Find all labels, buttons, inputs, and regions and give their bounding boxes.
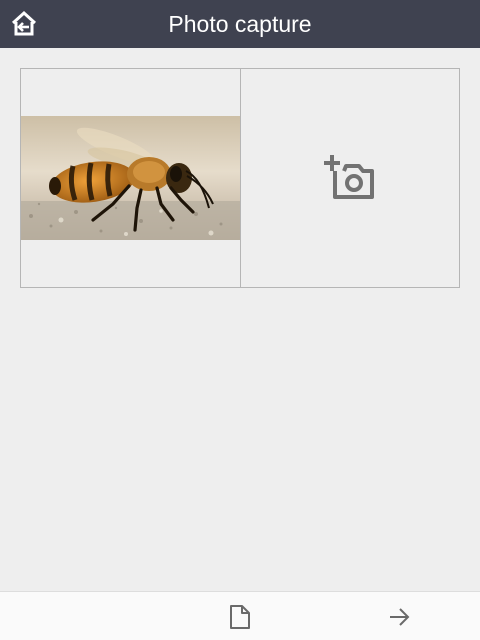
bee-photo[interactable] (21, 116, 240, 240)
photo-slot[interactable] (21, 69, 240, 287)
add-photo-button[interactable] (241, 69, 460, 287)
page-title: Photo capture (168, 11, 312, 37)
arrow-right-icon (390, 608, 410, 626)
photo-grid (20, 68, 460, 288)
next-button[interactable] (384, 602, 414, 632)
top-bar: Photo capture (0, 0, 480, 48)
add-photo-icon (324, 155, 374, 199)
bottom-toolbar (0, 591, 480, 640)
photo-capture-screen: Photo capture (0, 0, 480, 640)
add-photo-slot (239, 69, 460, 287)
document-button[interactable] (225, 602, 255, 632)
document-icon (230, 605, 250, 629)
